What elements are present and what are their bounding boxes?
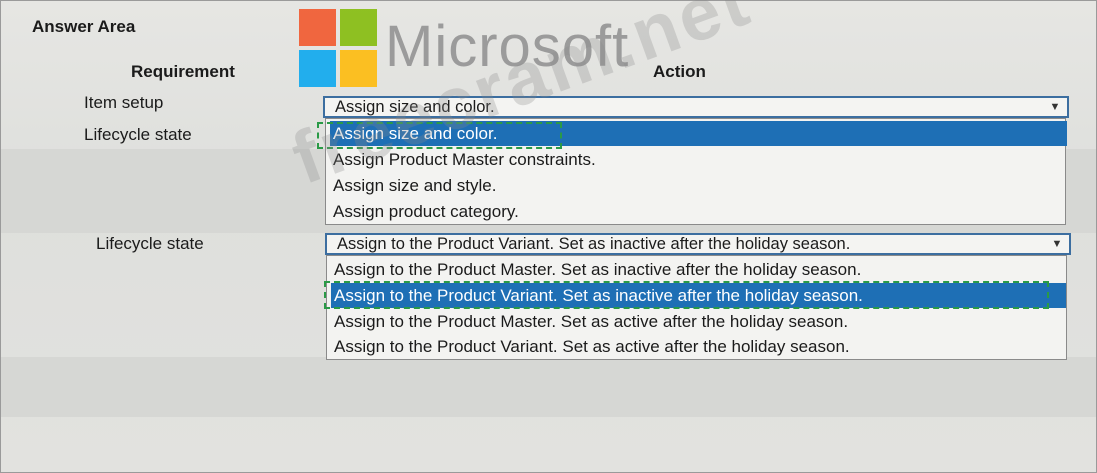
lifecycle-state-label: Lifecycle state (96, 234, 204, 253)
item-setup-option[interactable]: Assign size and style. (330, 173, 830, 198)
item-setup-label: Item setup (84, 93, 164, 112)
lifecycle-state-option[interactable]: Assign to the Product Master. Set as act… (331, 309, 1051, 334)
lifecycle-state-selected-value: Assign to the Product Variant. Set as in… (337, 235, 851, 253)
chevron-down-icon[interactable]: ▼ (1049, 237, 1065, 251)
background-band (1, 357, 1096, 417)
requirement-header: Requirement (131, 62, 235, 81)
correct-answer-marker (324, 281, 1049, 309)
answer-area-title: Answer Area (32, 17, 136, 36)
lifecycle-state-option[interactable]: Assign to the Product Master. Set as ina… (331, 257, 1051, 282)
item-setup-option[interactable]: Assign product category. (330, 199, 830, 224)
answer-area-panel: Microsoft Answer Area Requirement Action… (0, 0, 1097, 473)
lifecycle-state-dropdown[interactable]: Assign to the Product Variant. Set as in… (325, 233, 1071, 255)
microsoft-logo-icon (299, 9, 379, 87)
lifecycle-state-option[interactable]: Assign to the Product Variant. Set as ac… (331, 334, 1051, 359)
chevron-down-icon[interactable]: ▼ (1047, 100, 1063, 114)
lifecycle-state-stray-label: Lifecycle state (84, 125, 192, 144)
